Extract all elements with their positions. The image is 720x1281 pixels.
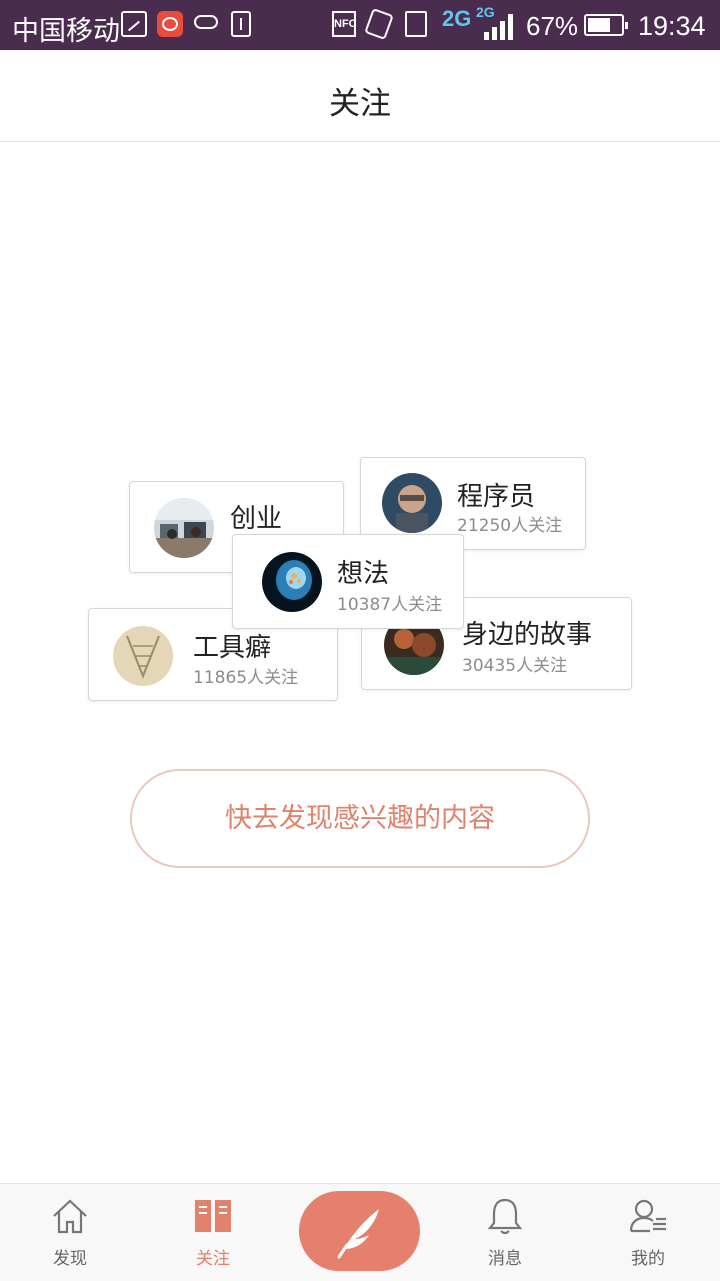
topic-followers: 11865人关注 (193, 668, 299, 688)
bell-icon (487, 1198, 523, 1235)
page-title: 关注 (329, 86, 391, 122)
profile-icon (629, 1199, 666, 1233)
topic-followers: 30435人关注 (462, 656, 568, 676)
tab-messages[interactable]: 消息 (445, 1184, 565, 1281)
carrier-label: 中国移动 (12, 16, 120, 46)
discover-button[interactable]: 快去发现感兴趣的内容 (130, 769, 590, 868)
topic-avatar-programmer (382, 473, 442, 533)
wechat-icon (157, 11, 183, 37)
battery-icon (584, 14, 628, 36)
network-type-primary: 2G (442, 6, 472, 31)
topic-title: 程序员 (457, 482, 536, 512)
home-icon (53, 1199, 87, 1234)
compose-button[interactable] (299, 1191, 420, 1271)
tab-following[interactable]: 关注 (153, 1184, 273, 1281)
clock: 19:34 (638, 11, 706, 41)
topic-avatar-tools (113, 626, 173, 686)
tab-label: 我的 (631, 1249, 665, 1269)
app-header: 关注 (0, 50, 720, 142)
tab-profile[interactable]: 我的 (588, 1184, 708, 1281)
battery-percent: 67% (526, 11, 579, 41)
topic-avatar-ideas (262, 552, 322, 612)
tab-label: 关注 (196, 1249, 230, 1269)
status-bar: 中国移动 NFC 2G 2G 67% 19:34 (0, 0, 720, 50)
topic-title: 工具癖 (193, 633, 272, 663)
topic-title: 想法 (337, 559, 390, 589)
tab-discover[interactable]: 发现 (10, 1184, 130, 1281)
topic-title: 身边的故事 (462, 620, 593, 650)
upload-icon (231, 11, 251, 37)
quill-icon (337, 1209, 379, 1259)
book-icon (195, 1200, 231, 1232)
topic-followers: 10387人关注 (337, 595, 443, 615)
image-icon (121, 11, 147, 37)
signal-icon (484, 14, 516, 40)
topic-card-ideas[interactable]: 想法 10387人关注 (232, 534, 464, 629)
nfc-icon: NFC (332, 11, 357, 37)
rotate-icon (364, 8, 394, 40)
tab-label: 发现 (53, 1249, 87, 1269)
topic-followers: 21250人关注 (457, 516, 563, 536)
tab-label: 消息 (488, 1249, 522, 1269)
sim-icon (405, 11, 427, 37)
topic-avatar-startup (154, 498, 214, 558)
topic-title: 创业 (230, 504, 283, 534)
cloud-icon (194, 15, 218, 29)
